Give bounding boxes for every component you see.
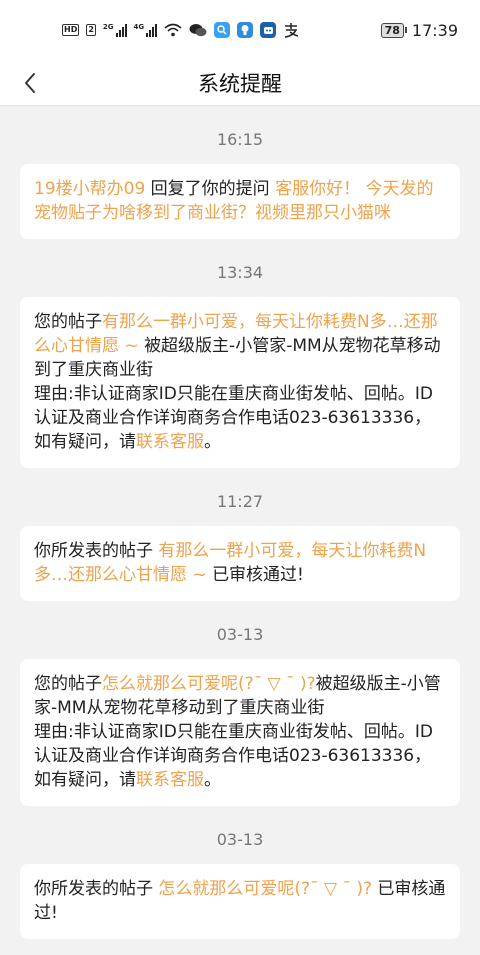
clock: 17:39 bbox=[411, 20, 458, 40]
search-app-icon bbox=[214, 22, 231, 38]
notification-card-reply[interactable]: 19楼小帮办09 回复了你的提问 客服你好！ 今天发的宠物贴子为啥移到了商业街？… bbox=[20, 164, 460, 239]
timestamp: 03-13 bbox=[216, 830, 264, 849]
timestamp: 11:27 bbox=[216, 492, 264, 511]
contact-service-link[interactable]: 联系客服 bbox=[136, 432, 204, 452]
back-button[interactable] bbox=[12, 65, 48, 101]
status-icons-left: HD 2 2G 4G bbox=[62, 22, 299, 38]
message-prefix: 您的帖子 bbox=[34, 312, 102, 332]
wifi-icon bbox=[164, 23, 182, 37]
reply-user-link[interactable]: 19楼小帮办09 bbox=[34, 179, 145, 199]
header: 系统提醒 bbox=[0, 60, 480, 106]
message-suffix: 已审核通过! bbox=[212, 565, 304, 585]
timestamp: 13:34 bbox=[216, 263, 264, 282]
timestamp: 03-13 bbox=[216, 625, 264, 644]
post-title-link[interactable]: 怎么就那么可爱呢(?ˉ ▽ ˉ )? bbox=[102, 674, 316, 694]
bulb-app-icon bbox=[237, 22, 254, 38]
notification-card-moved[interactable]: 您的帖子有那么一群小可爱，每天让你耗费N多…还那么心甘情愿 ~ 被超级版主-小管… bbox=[20, 297, 460, 468]
message-suffix: 。 bbox=[204, 770, 221, 790]
reply-text: 回复了你的提问 bbox=[145, 179, 276, 199]
chevron-left-icon bbox=[25, 73, 35, 93]
wechat-icon bbox=[189, 24, 207, 37]
page-title: 系统提醒 bbox=[198, 71, 282, 96]
sim-icon: 2 bbox=[86, 24, 96, 36]
hd-icon: HD bbox=[62, 24, 80, 36]
signal-4g-icon: 4G bbox=[134, 23, 158, 37]
robot-app-icon bbox=[260, 22, 277, 38]
alipay-icon bbox=[285, 23, 299, 38]
notification-list[interactable]: 16:15 19楼小帮办09 回复了你的提问 客服你好！ 今天发的宠物贴子为啥移… bbox=[0, 106, 480, 939]
post-title-link[interactable]: 怎么就那么可爱呢(?ˉ ▽ ˉ )? bbox=[158, 879, 372, 899]
message-prefix: 你所发表的帖子 bbox=[34, 541, 159, 561]
contact-service-link[interactable]: 联系客服 bbox=[136, 770, 204, 790]
message-prefix: 你所发表的帖子 bbox=[34, 879, 159, 899]
notification-card-moved[interactable]: 您的帖子怎么就那么可爱呢(?ˉ ▽ ˉ )?被超级版主-小管家-MM从宠物花草移… bbox=[20, 659, 460, 806]
signal-2g-icon: 2G bbox=[103, 23, 127, 37]
message-prefix: 您的帖子 bbox=[34, 674, 102, 694]
status-icons-right: 78 17:39 bbox=[380, 20, 458, 40]
timestamp: 16:15 bbox=[216, 130, 264, 149]
status-bar: HD 2 2G 4G 78 17:39 bbox=[0, 0, 480, 60]
notification-card-approved[interactable]: 你所发表的帖子 怎么就那么可爱呢(?ˉ ▽ ˉ )? 已审核通过! bbox=[20, 864, 460, 939]
notification-card-approved[interactable]: 你所发表的帖子 有那么一群小可爱，每天让你耗费N多…还那么心甘情愿 ~ 已审核通… bbox=[20, 526, 460, 601]
message-suffix: 。 bbox=[204, 432, 221, 452]
battery-icon: 78 bbox=[380, 22, 408, 38]
